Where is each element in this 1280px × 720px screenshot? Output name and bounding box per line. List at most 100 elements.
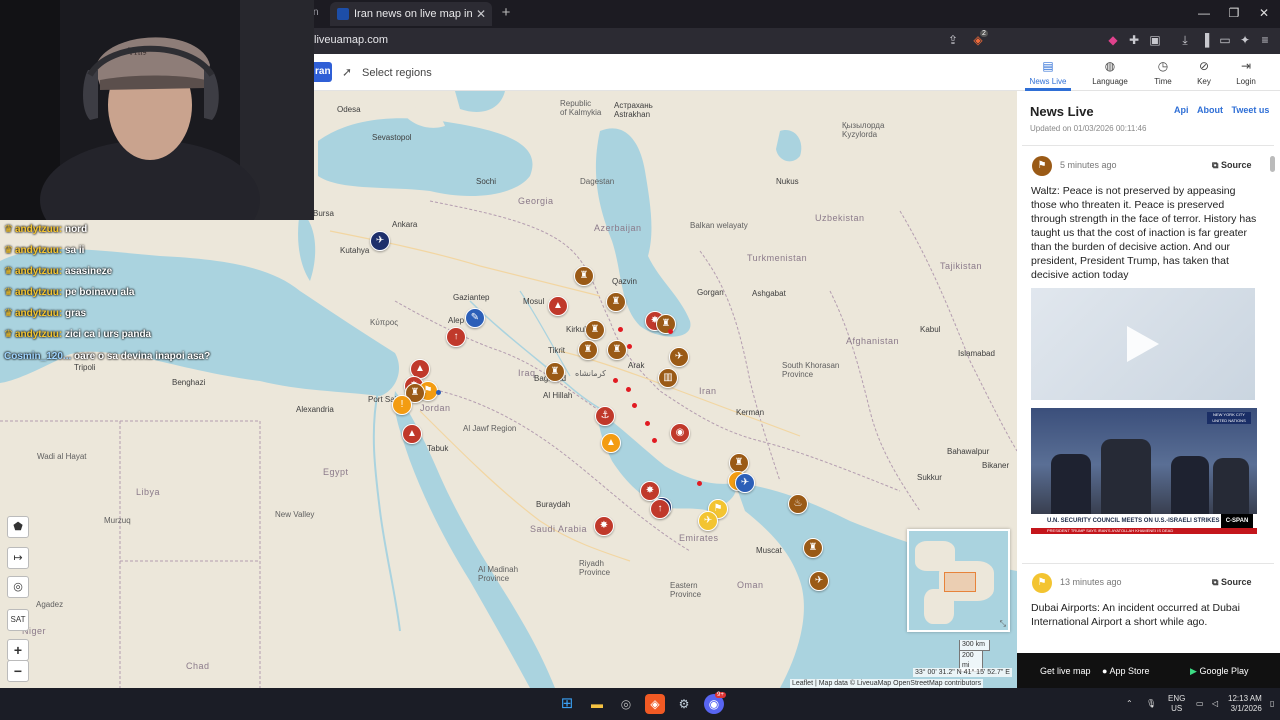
file-explorer-icon[interactable]: ▬ — [587, 694, 607, 714]
event-marker-military[interactable]: ♜ — [656, 314, 676, 334]
window-close-button[interactable]: ✕ — [1249, 4, 1279, 22]
event-marker-military[interactable]: ♜ — [729, 453, 749, 473]
event-marker-military[interactable]: ♜ — [574, 266, 594, 286]
map-attribution[interactable]: Leaflet | Map data © LiveuaMap OpenStree… — [790, 679, 984, 688]
event-marker-airstrike[interactable]: ✈ — [809, 571, 829, 591]
event-marker-airstrike[interactable]: ▲ — [402, 424, 422, 444]
map-label-alexandria: Alexandria — [296, 405, 334, 414]
api-link[interactable]: Api — [1174, 105, 1189, 115]
event-marker-rocket[interactable]: ↑ — [446, 327, 466, 347]
minimap[interactable]: ⤡ — [907, 529, 1010, 632]
region-button[interactable]: ran — [314, 62, 332, 82]
event-dot[interactable] — [645, 421, 650, 426]
hide-layer-button[interactable]: ◎ — [7, 576, 29, 598]
event-marker-rocket[interactable]: ↑ — [650, 499, 670, 519]
language-indicator[interactable]: ENG US — [1168, 694, 1185, 714]
event-dot[interactable] — [668, 329, 673, 334]
event-dot[interactable] — [626, 387, 631, 392]
news-text[interactable]: Waltz: Peace is not preserved by appeasi… — [1031, 184, 1261, 282]
tray-chevron-icon[interactable]: ⌃ — [1126, 699, 1133, 708]
url-field[interactable]: liveuamap.com — [314, 33, 388, 47]
news-text[interactable]: Dubai Airports: An incident occurred at … — [1031, 601, 1261, 629]
play-icon[interactable] — [1127, 326, 1159, 362]
event-marker-military[interactable]: ♜ — [803, 538, 823, 558]
event-dot[interactable] — [697, 481, 702, 486]
about-link[interactable]: About — [1197, 105, 1223, 115]
microphone-icon[interactable]: 🎙 — [1146, 699, 1156, 708]
nav-news-live[interactable]: ▤ News Live — [1025, 58, 1071, 86]
event-dot[interactable] — [618, 327, 623, 332]
site-header — [314, 54, 1280, 91]
news-image[interactable]: NEW YORK CITY UNITED NATIONS U.N. SECURI… — [1031, 408, 1257, 534]
app-store-link[interactable]: ● App Store — [1102, 666, 1149, 676]
event-marker-incident[interactable]: ✈ — [698, 511, 718, 531]
map-label-afghanistan: Afghanistan — [846, 336, 900, 346]
map-label-azerbaijan: Azerbaijan — [594, 223, 642, 233]
nav-key[interactable]: ⊘ Key — [1181, 58, 1227, 86]
steam-icon[interactable]: ⚙ — [674, 694, 694, 714]
panel-scrollbar[interactable] — [1270, 156, 1275, 172]
event-dot[interactable] — [613, 378, 618, 383]
event-marker-airstrike[interactable]: ✈ — [669, 347, 689, 367]
event-marker-communication[interactable]: ✎ — [465, 308, 485, 328]
sidebar-icon[interactable]: ▐ — [1198, 33, 1212, 47]
windows-start-icon[interactable]: ⊞ — [557, 694, 577, 714]
menu-icon[interactable]: ≡ — [1258, 33, 1272, 47]
event-marker-military[interactable]: ♜ — [578, 340, 598, 360]
minimize-button[interactable]: — — [1189, 4, 1219, 22]
maximize-button[interactable]: ❐ — [1219, 4, 1249, 22]
source-link[interactable]: ⧉ Source — [1212, 577, 1251, 588]
route-button[interactable]: ↦ — [7, 547, 29, 569]
network-icon[interactable]: ▭ — [1196, 699, 1204, 708]
event-marker-fire[interactable]: ♨ — [788, 494, 808, 514]
nav-login[interactable]: ⇥ Login — [1223, 58, 1269, 86]
event-marker-infrastructure[interactable]: ▥ — [658, 368, 678, 388]
event-dot[interactable] — [436, 390, 441, 395]
event-marker-airstrike[interactable]: ▲ — [548, 296, 568, 316]
event-marker-explosion[interactable]: ✸ — [594, 516, 614, 536]
active-tab[interactable]: Iran news on live map in English ✕ — [330, 2, 492, 44]
event-marker-drone[interactable]: ✈ — [370, 231, 390, 251]
google-play-link[interactable]: ▶ Google Play — [1190, 666, 1248, 677]
brave-browser-icon[interactable]: ◈ — [645, 694, 665, 714]
news-video[interactable] — [1031, 288, 1255, 400]
event-marker-naval[interactable]: ⚓ — [595, 406, 615, 426]
event-marker-warning[interactable]: ! — [392, 395, 412, 415]
event-dot[interactable] — [627, 344, 632, 349]
nav-language[interactable]: ◍ Language — [1087, 58, 1133, 86]
nav-time[interactable]: ◷ Time — [1140, 58, 1186, 86]
event-dot[interactable] — [652, 438, 657, 443]
event-marker-warning[interactable]: ▲ — [601, 433, 621, 453]
draw-polygon-button[interactable]: ⬟ — [7, 516, 29, 538]
event-marker-airport[interactable]: ✈ — [735, 473, 755, 493]
volume-icon[interactable]: ◁ — [1212, 699, 1218, 708]
tweet-us-link[interactable]: Tweet us — [1232, 105, 1270, 115]
notifications-icon[interactable]: ▯ — [1270, 699, 1274, 708]
download-icon[interactable]: ⤓ — [1178, 33, 1192, 47]
vpn-icon[interactable]: ◆ — [1106, 33, 1120, 47]
clock[interactable]: 12:13 AM 3/1/2026 — [1228, 694, 1262, 714]
event-marker-military[interactable]: ♜ — [606, 292, 626, 312]
satellite-toggle[interactable]: SAT — [7, 609, 29, 631]
minimap-viewport[interactable] — [944, 572, 976, 592]
extensions-icon[interactable]: ✚ — [1127, 33, 1141, 47]
event-marker-military[interactable]: ♜ — [607, 340, 627, 360]
source-link[interactable]: ⧉ Source — [1212, 160, 1251, 171]
event-marker-military[interactable]: ♜ — [545, 362, 565, 382]
new-tab-button[interactable]: + — [498, 4, 514, 22]
reading-list-icon[interactable]: ▣ — [1148, 33, 1162, 47]
event-dot[interactable] — [632, 403, 637, 408]
event-marker-military[interactable]: ♜ — [585, 320, 605, 340]
obs-icon[interactable]: ◎ — [616, 694, 636, 714]
leo-ai-icon[interactable]: ✦ — [1238, 33, 1252, 47]
get-live-map-link[interactable]: Get live map — [1040, 666, 1091, 676]
tab-close-icon[interactable]: ✕ — [476, 2, 486, 26]
select-regions-button[interactable]: ➚ Select regions — [342, 63, 432, 82]
crown-badge-icon: ♛ — [4, 287, 13, 298]
event-marker-camera[interactable]: ◉ — [670, 423, 690, 443]
zoom-in-button[interactable]: + — [7, 639, 29, 661]
zoom-out-button[interactable]: − — [7, 660, 29, 682]
minimap-collapse-icon[interactable]: ⤡ — [1000, 619, 1006, 629]
wallet-icon[interactable]: ▭ — [1218, 33, 1232, 47]
share-icon[interactable]: ⇪ — [946, 33, 960, 47]
